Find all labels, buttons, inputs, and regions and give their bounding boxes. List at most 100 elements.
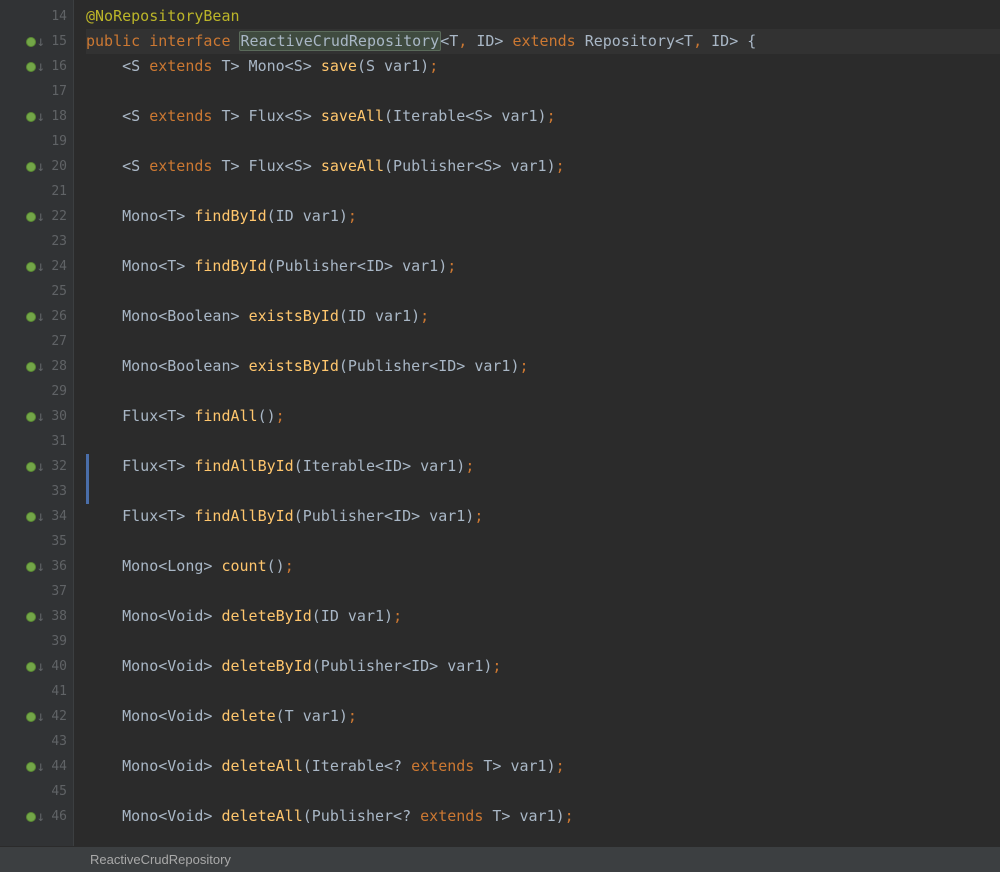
- code-line[interactable]: [86, 79, 1000, 104]
- token: ,: [693, 32, 711, 50]
- override-icon[interactable]: ↓: [26, 210, 45, 224]
- gutter-row[interactable]: 39: [0, 629, 73, 654]
- gutter-row[interactable]: 35: [0, 529, 73, 554]
- code-line[interactable]: Mono<Void> deleteAll(Publisher<? extends…: [86, 804, 1000, 829]
- code-line[interactable]: <S extends T> Flux<S> saveAll(Publisher<…: [86, 154, 1000, 179]
- breadcrumb-item[interactable]: ReactiveCrudRepository: [90, 852, 231, 867]
- override-icon[interactable]: ↓: [26, 460, 45, 474]
- gutter-row[interactable]: 37: [0, 579, 73, 604]
- breadcrumb-bar[interactable]: ReactiveCrudRepository: [0, 846, 1000, 872]
- code-line[interactable]: [86, 179, 1000, 204]
- code-line[interactable]: public interface ReactiveCrudRepository<…: [86, 29, 1000, 54]
- gutter-row[interactable]: ↓36: [0, 554, 73, 579]
- gutter-row[interactable]: 29: [0, 379, 73, 404]
- code-line[interactable]: [86, 729, 1000, 754]
- gutter-row[interactable]: 25: [0, 279, 73, 304]
- code-line[interactable]: Mono<Long> count();: [86, 554, 1000, 579]
- code-line[interactable]: Mono<Void> deleteAll(Iterable<? extends …: [86, 754, 1000, 779]
- override-icon[interactable]: ↓: [26, 760, 45, 774]
- code-line[interactable]: Flux<T> findAllById(Iterable<ID> var1);: [86, 454, 1000, 479]
- code-line[interactable]: [86, 529, 1000, 554]
- gutter[interactable]: 14 ↓15↓1617↓1819↓2021↓2223↓2425↓2627↓2829…: [0, 0, 74, 846]
- code-line[interactable]: [86, 629, 1000, 654]
- gutter-row[interactable]: 23: [0, 229, 73, 254]
- code-line[interactable]: [86, 129, 1000, 154]
- override-icon[interactable]: ↓: [26, 360, 45, 374]
- override-icon[interactable]: ↓: [26, 110, 45, 124]
- override-icon[interactable]: ↓: [26, 810, 45, 824]
- token: Mono<T>: [122, 207, 194, 225]
- gutter-row[interactable]: ↓40: [0, 654, 73, 679]
- gutter-row[interactable]: ↓16: [0, 54, 73, 79]
- override-icon[interactable]: ↓: [26, 610, 45, 624]
- code-line[interactable]: [86, 229, 1000, 254]
- override-icon[interactable]: ↓: [26, 510, 45, 524]
- gutter-row[interactable]: 41: [0, 679, 73, 704]
- token: T> var1): [483, 757, 555, 775]
- override-icon[interactable]: ↓: [26, 160, 45, 174]
- token: findById: [194, 257, 266, 275]
- gutter-row[interactable]: ↓26: [0, 304, 73, 329]
- gutter-row[interactable]: ↓38: [0, 604, 73, 629]
- code-line[interactable]: <S extends T> Mono<S> save(S var1);: [86, 54, 1000, 79]
- gutter-row[interactable]: ↓44: [0, 754, 73, 779]
- token: Mono<Void>: [122, 657, 221, 675]
- code-line[interactable]: Mono<Void> deleteById(Publisher<ID> var1…: [86, 654, 1000, 679]
- token: ;: [348, 207, 357, 225]
- override-icon[interactable]: ↓: [26, 660, 45, 674]
- line-number: 14: [45, 9, 67, 24]
- code-line[interactable]: [86, 279, 1000, 304]
- token: (): [267, 557, 285, 575]
- gutter-row[interactable]: 19: [0, 129, 73, 154]
- code-line[interactable]: @NoRepositoryBean: [86, 4, 1000, 29]
- gutter-row[interactable]: ↓22: [0, 204, 73, 229]
- gutter-row[interactable]: ↓18: [0, 104, 73, 129]
- gutter-row[interactable]: 33: [0, 479, 73, 504]
- gutter-row[interactable]: ↓42: [0, 704, 73, 729]
- identifier-highlight: ReactiveCrudRepository: [239, 31, 442, 51]
- gutter-row[interactable]: ↓30: [0, 404, 73, 429]
- line-number: 35: [45, 534, 67, 549]
- code-line[interactable]: [86, 579, 1000, 604]
- gutter-row[interactable]: ↓15: [0, 29, 73, 54]
- gutter-row[interactable]: ↓24: [0, 254, 73, 279]
- code-pane[interactable]: @NoRepositoryBean public interface Reacti…: [74, 0, 1000, 846]
- gutter-row[interactable]: 21: [0, 179, 73, 204]
- code-line[interactable]: [86, 679, 1000, 704]
- code-line[interactable]: [86, 379, 1000, 404]
- override-icon[interactable]: ↓: [26, 710, 45, 724]
- code-line[interactable]: Mono<T> findById(Publisher<ID> var1);: [86, 254, 1000, 279]
- override-icon[interactable]: ↓: [26, 260, 45, 274]
- gutter-row[interactable]: ↓34: [0, 504, 73, 529]
- code-line[interactable]: Flux<T> findAll();: [86, 404, 1000, 429]
- code-line[interactable]: Mono<Boolean> existsById(ID var1);: [86, 304, 1000, 329]
- override-icon[interactable]: ↓: [26, 410, 45, 424]
- gutter-row[interactable]: ↓46: [0, 804, 73, 829]
- code-line[interactable]: Flux<T> findAllById(Publisher<ID> var1);: [86, 504, 1000, 529]
- gutter-row[interactable]: 14: [0, 4, 73, 29]
- code-line[interactable]: [86, 779, 1000, 804]
- gutter-row[interactable]: 27: [0, 329, 73, 354]
- code-line[interactable]: Mono<T> findById(ID var1);: [86, 204, 1000, 229]
- code-line[interactable]: [86, 329, 1000, 354]
- gutter-row[interactable]: ↓32: [0, 454, 73, 479]
- code-line[interactable]: Mono<Void> deleteById(ID var1);: [86, 604, 1000, 629]
- override-icon[interactable]: ↓: [26, 310, 45, 324]
- gutter-row[interactable]: 17: [0, 79, 73, 104]
- gutter-row[interactable]: ↓28: [0, 354, 73, 379]
- override-icon[interactable]: ↓: [26, 60, 45, 74]
- token: @NoRepositoryBean: [86, 7, 240, 25]
- code-line[interactable]: <S extends T> Flux<S> saveAll(Iterable<S…: [86, 104, 1000, 129]
- code-line[interactable]: Mono<Boolean> existsById(Publisher<ID> v…: [86, 354, 1000, 379]
- line-number: 40: [45, 659, 67, 674]
- code-line[interactable]: Mono<Void> delete(T var1);: [86, 704, 1000, 729]
- gutter-row[interactable]: 31: [0, 429, 73, 454]
- override-icon[interactable]: ↓: [26, 560, 45, 574]
- gutter-row[interactable]: 45: [0, 779, 73, 804]
- token: findAllById: [194, 507, 293, 525]
- gutter-row[interactable]: 43: [0, 729, 73, 754]
- code-line[interactable]: [86, 429, 1000, 454]
- override-icon[interactable]: ↓: [26, 35, 45, 49]
- code-line[interactable]: [86, 479, 1000, 504]
- gutter-row[interactable]: ↓20: [0, 154, 73, 179]
